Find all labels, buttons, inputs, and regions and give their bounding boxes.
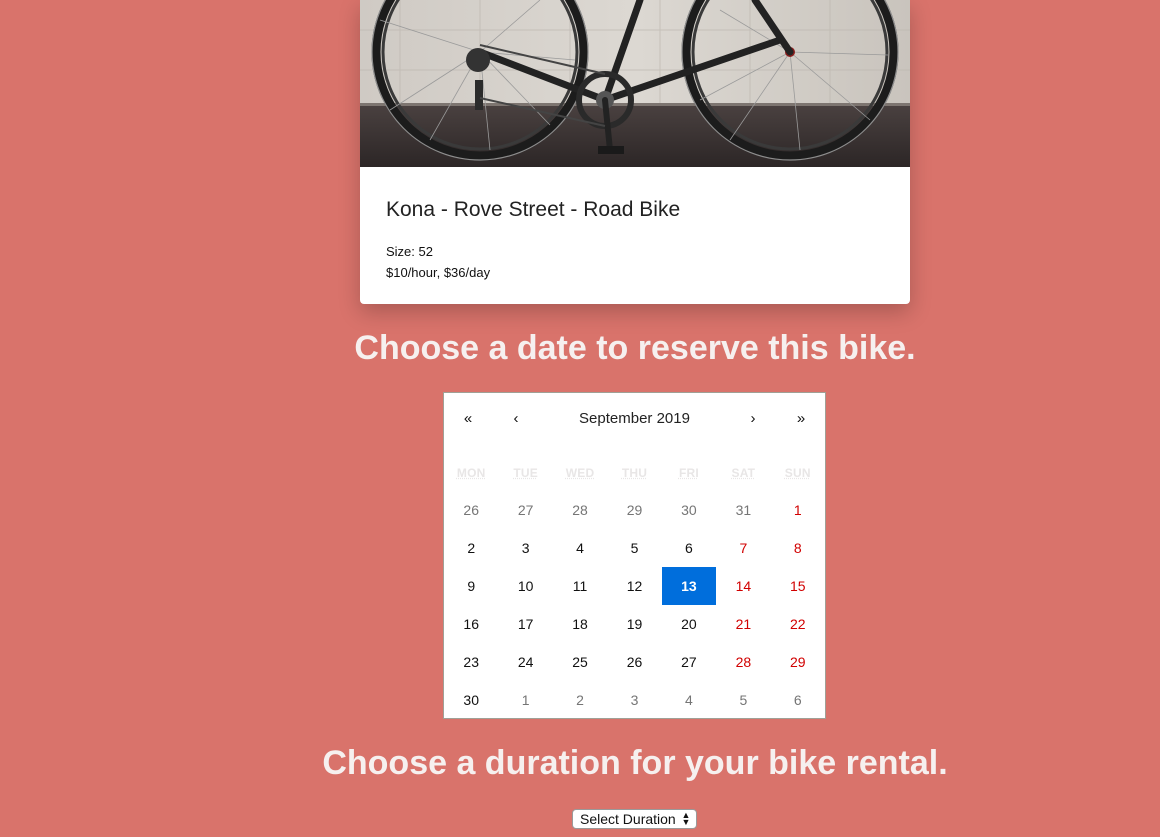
date-heading: Choose a date to reserve this bike.	[0, 328, 1160, 368]
prev-year-button[interactable]: «	[444, 393, 492, 443]
calendar-day[interactable]: 30	[444, 681, 498, 719]
calendar-day[interactable]: 18	[553, 605, 607, 643]
bike-card-body: Kona - Rove Street - Road Bike Size: 52 …	[386, 196, 884, 283]
calendar-day[interactable]: 2	[444, 529, 498, 567]
weekday-label: SAT	[716, 466, 770, 480]
weekday-label: WED	[553, 466, 607, 480]
bike-title: Kona - Rove Street - Road Bike	[386, 196, 884, 224]
calendar-day[interactable]: 24	[498, 643, 552, 681]
weekday-label: TUE	[498, 466, 552, 480]
calendar-day[interactable]: 3	[607, 681, 661, 719]
prev-month-button[interactable]: ‹	[492, 393, 540, 443]
calendar-day[interactable]: 30	[662, 491, 716, 529]
calendar-day[interactable]: 28	[553, 491, 607, 529]
calendar-days-grid: 26 27 28 29 30 31 1 2 3 4 5 6 7 8 9 10 11 12 13 14 15 16 17 18 1…	[444, 491, 825, 719]
calendar-day[interactable]: 16	[444, 605, 498, 643]
next-year-button[interactable]: »	[777, 393, 825, 443]
calendar-day[interactable]: 5	[607, 529, 661, 567]
calendar-day[interactable]: 1	[771, 491, 825, 529]
calendar-day[interactable]: 4	[662, 681, 716, 719]
duration-select-value: Select Duration	[573, 811, 679, 827]
calendar-day[interactable]: 3	[498, 529, 552, 567]
weekday-label: FRI	[662, 466, 716, 480]
select-arrows-icon: ▲ ▼	[679, 812, 696, 826]
duration-select[interactable]: Select Duration ▲ ▼	[572, 809, 697, 829]
weekday-label: SUN	[771, 466, 825, 480]
calendar-day[interactable]: 29	[771, 643, 825, 681]
calendar-day[interactable]: 27	[662, 643, 716, 681]
calendar-navigation: « ‹ September 2019 › »	[444, 393, 825, 443]
calendar-day[interactable]: 27	[498, 491, 552, 529]
calendar-day[interactable]: 26	[444, 491, 498, 529]
bike-photo	[360, 0, 910, 167]
calendar-day[interactable]: 2	[553, 681, 607, 719]
bike-size: Size: 52	[386, 241, 884, 262]
weekday-header: MON TUE WED THU FRI SAT SUN	[444, 466, 825, 480]
date-calendar: « ‹ September 2019 › » MON TUE WED THU F…	[443, 392, 826, 719]
calendar-day[interactable]: 17	[498, 605, 552, 643]
calendar-day[interactable]: 15	[771, 567, 825, 605]
calendar-day[interactable]: 5	[716, 681, 770, 719]
duration-heading: Choose a duration for your bike rental.	[0, 743, 1160, 783]
calendar-day[interactable]: 22	[771, 605, 825, 643]
calendar-day[interactable]: 23	[444, 643, 498, 681]
calendar-day-selected[interactable]: 13	[662, 567, 716, 605]
calendar-day[interactable]: 14	[716, 567, 770, 605]
calendar-month-label[interactable]: September 2019	[540, 410, 729, 427]
calendar-day[interactable]: 1	[498, 681, 552, 719]
calendar-day[interactable]: 8	[771, 529, 825, 567]
calendar-day[interactable]: 9	[444, 567, 498, 605]
calendar-day[interactable]: 25	[553, 643, 607, 681]
calendar-day[interactable]: 26	[607, 643, 661, 681]
calendar-day[interactable]: 7	[716, 529, 770, 567]
calendar-day[interactable]: 28	[716, 643, 770, 681]
bike-card: Kona - Rove Street - Road Bike Size: 52 …	[360, 0, 910, 304]
calendar-day[interactable]: 29	[607, 491, 661, 529]
calendar-day[interactable]: 4	[553, 529, 607, 567]
bike-price: $10/hour, $36/day	[386, 262, 884, 283]
weekday-label: MON	[444, 466, 498, 480]
page: Kona - Rove Street - Road Bike Size: 52 …	[0, 0, 1160, 837]
calendar-day[interactable]: 21	[716, 605, 770, 643]
calendar-day[interactable]: 12	[607, 567, 661, 605]
calendar-day[interactable]: 6	[662, 529, 716, 567]
calendar-day[interactable]: 6	[771, 681, 825, 719]
calendar-day[interactable]: 20	[662, 605, 716, 643]
calendar-day[interactable]: 19	[607, 605, 661, 643]
calendar-day[interactable]: 31	[716, 491, 770, 529]
calendar-day[interactable]: 10	[498, 567, 552, 605]
calendar-day[interactable]: 11	[553, 567, 607, 605]
next-month-button[interactable]: ›	[729, 393, 777, 443]
weekday-label: THU	[607, 466, 661, 480]
